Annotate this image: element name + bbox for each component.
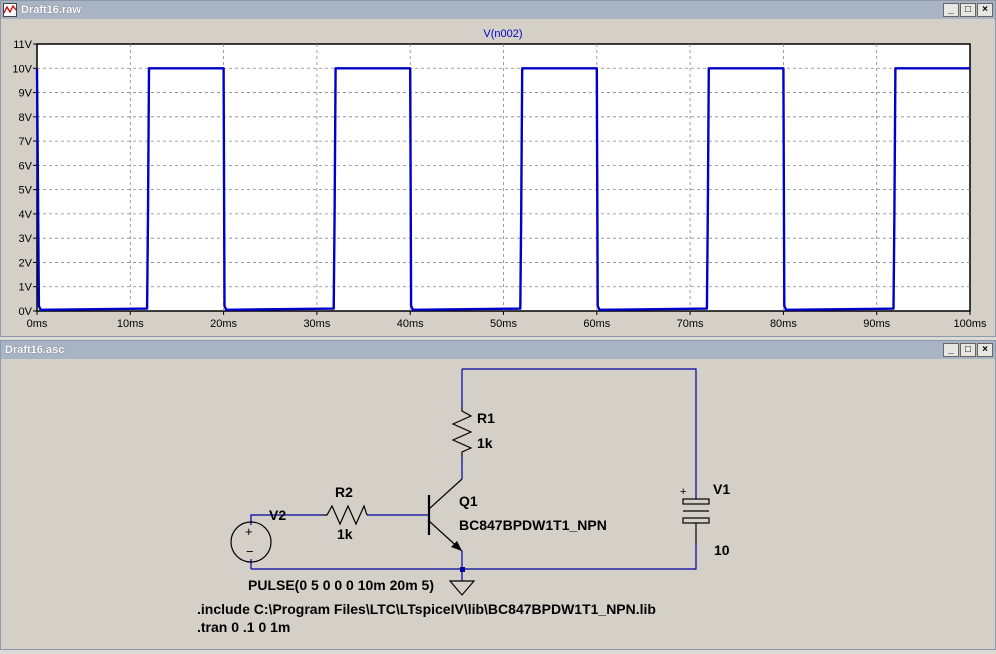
- minimize-button[interactable]: _: [943, 3, 959, 17]
- waveform-window: Draft16.raw _ □ × 0V 1V 2V 3V 4V 5V 6V 7V 8V 9V 10…: [0, 0, 996, 337]
- x-tick-label: 70ms: [677, 318, 704, 330]
- v2-value: PULSE(0 5 0 0 0 10m 20m 5): [248, 577, 434, 593]
- schematic-window: Draft16.asc _ □ × R1 1k R2 1k Q1 BC847BP…: [0, 340, 996, 650]
- y-tick-label: 9V: [19, 88, 33, 100]
- wires: [250, 368, 697, 581]
- y-tick-label: 4V: [19, 209, 33, 221]
- v2-plus: +: [245, 524, 253, 539]
- r2-name: R2: [335, 484, 353, 500]
- schematic-window-title: Draft16.asc: [5, 344, 65, 356]
- v1-name: V1: [713, 481, 730, 497]
- restore-icon: □: [964, 4, 972, 15]
- y-tick-label: 0V: [19, 306, 33, 318]
- x-tick-label: 100ms: [953, 318, 987, 330]
- minimize-icon: _: [948, 344, 954, 355]
- waveform-app-icon: [3, 3, 17, 17]
- v2-minus: −: [246, 544, 254, 559]
- transistor-q1[interactable]: Q1 BC847BPDW1T1_NPN: [427, 478, 607, 569]
- x-tick-label: 80ms: [770, 318, 797, 330]
- waveform-plot-pane[interactable]: 0V 1V 2V 3V 4V 5V 6V 7V 8V 9V 10V 11V 0ms 10ms 20ms 30…: [1, 19, 995, 336]
- y-tick-label: 3V: [19, 233, 33, 245]
- v1-value: 10: [714, 542, 730, 558]
- q1-model: BC847BPDW1T1_NPN: [459, 517, 607, 533]
- minimize-icon: _: [948, 4, 954, 15]
- y-tick-label: 2V: [19, 257, 33, 269]
- x-tick-label: 10ms: [117, 318, 144, 330]
- v2-name: V2: [269, 507, 286, 523]
- tran-directive[interactable]: .tran 0 .1 0 1m: [197, 619, 290, 635]
- junction-dot: [460, 567, 465, 572]
- y-tick-label: 6V: [19, 160, 33, 172]
- resistor-r2[interactable]: R2 1k: [323, 484, 368, 542]
- y-axis: 0V 1V 2V 3V 4V 5V 6V 7V 8V 9V 10V 11V: [12, 39, 37, 318]
- x-tick-label: 90ms: [863, 318, 890, 330]
- x-tick-label: 60ms: [583, 318, 610, 330]
- waveform-chart[interactable]: 0V 1V 2V 3V 4V 5V 6V 7V 8V 9V 10V 11V 0ms 10ms 20ms 30…: [1, 19, 995, 336]
- schematic-titlebar[interactable]: Draft16.asc _ □ ×: [1, 341, 995, 359]
- r1-name: R1: [477, 410, 495, 426]
- y-tick-label: 7V: [19, 136, 33, 148]
- restore-icon: □: [964, 344, 972, 355]
- x-tick-label: 30ms: [303, 318, 330, 330]
- x-tick-label: 0ms: [27, 318, 48, 330]
- close-icon: ×: [982, 4, 988, 15]
- close-button[interactable]: ×: [977, 3, 993, 17]
- voltage-source-v2[interactable]: + − V2 PULSE(0 5 0 0 0 10m 20m 5): [230, 507, 434, 593]
- r1-value: 1k: [477, 435, 493, 451]
- include-directive[interactable]: .include C:\Program Files\LTC\LTspiceIV\…: [197, 601, 656, 617]
- ground-symbol[interactable]: [448, 580, 476, 596]
- voltage-source-v1[interactable]: + V1 10: [680, 481, 730, 558]
- schematic-drawing[interactable]: R1 1k R2 1k Q1 BC847BPDW1T1_NPN + V1 10 …: [1, 359, 995, 649]
- trace-label[interactable]: V(n002): [483, 28, 522, 40]
- waveform-titlebar[interactable]: Draft16.raw _ □ ×: [1, 1, 995, 19]
- y-tick-label: 10V: [12, 63, 32, 75]
- close-icon: ×: [982, 344, 988, 355]
- x-axis: 0ms 10ms 20ms 30ms 40ms 50ms 60ms 70ms 80ms 90ms 1…: [27, 311, 987, 330]
- x-tick-label: 40ms: [397, 318, 424, 330]
- r2-value: 1k: [337, 526, 353, 542]
- schematic-canvas[interactable]: R1 1k R2 1k Q1 BC847BPDW1T1_NPN + V1 10 …: [1, 359, 995, 649]
- x-tick-label: 20ms: [210, 318, 237, 330]
- restore-button[interactable]: □: [960, 3, 976, 17]
- restore-button[interactable]: □: [960, 343, 976, 357]
- y-tick-label: 8V: [19, 112, 33, 124]
- y-tick-label: 1V: [19, 282, 33, 294]
- q1-name: Q1: [459, 493, 478, 509]
- close-button[interactable]: ×: [977, 343, 993, 357]
- x-tick-label: 50ms: [490, 318, 517, 330]
- resistor-r1[interactable]: R1 1k: [451, 407, 495, 457]
- minimize-button[interactable]: _: [943, 343, 959, 357]
- y-tick-label: 11V: [13, 39, 32, 51]
- waveform-window-title: Draft16.raw: [21, 4, 81, 16]
- v1-plus: +: [680, 486, 686, 498]
- y-tick-label: 5V: [19, 185, 33, 197]
